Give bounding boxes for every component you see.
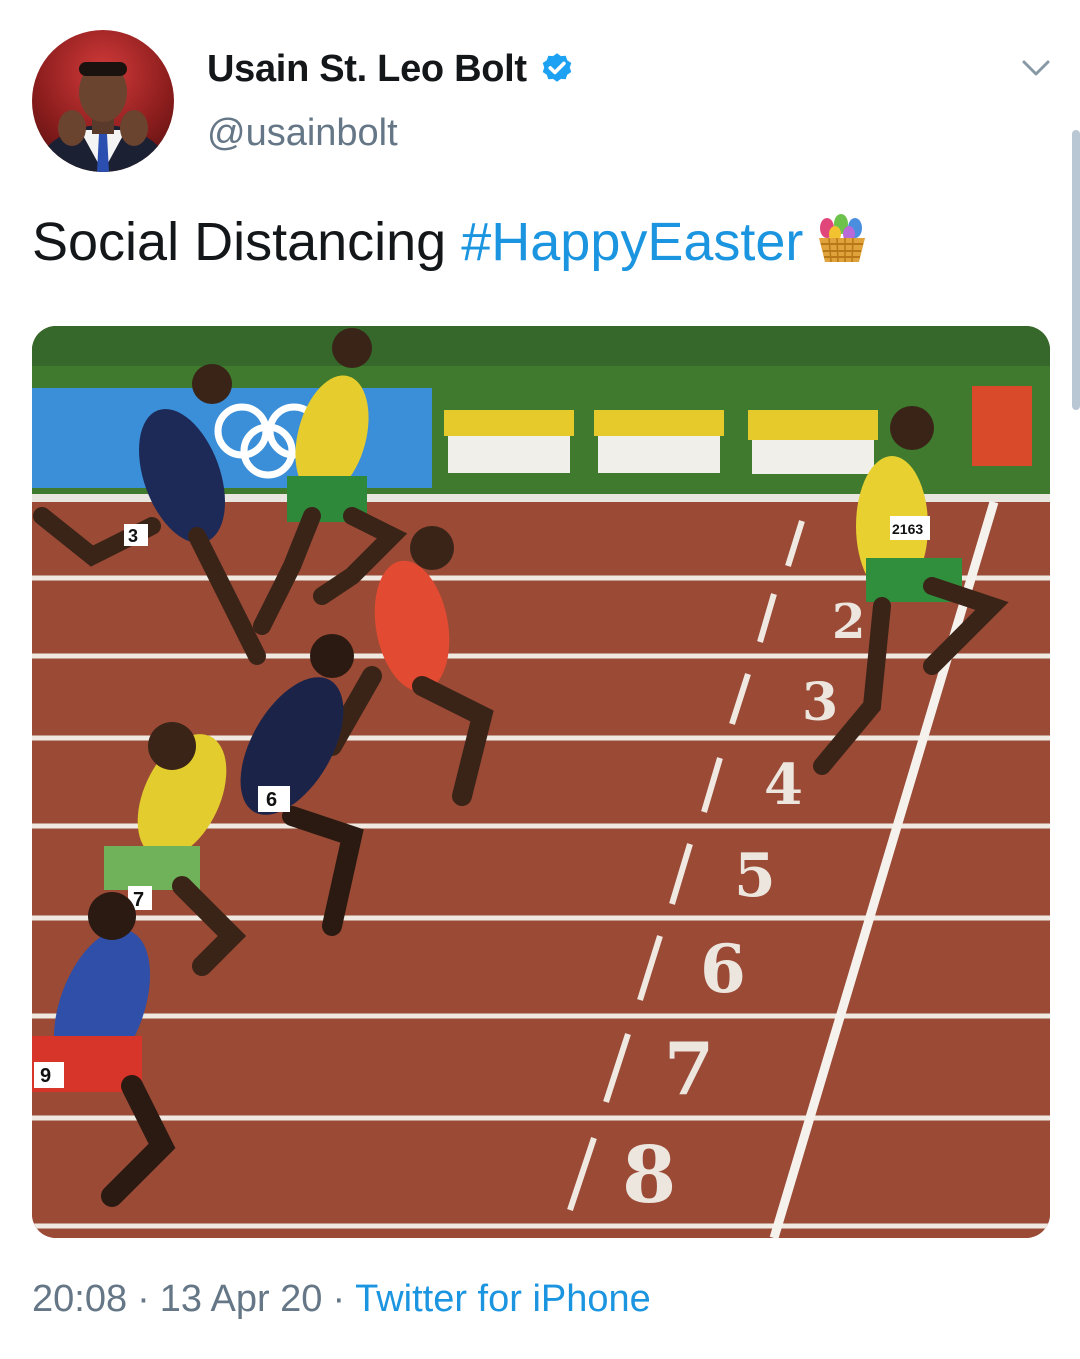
tweet-source-link[interactable]: Twitter for iPhone: [355, 1278, 651, 1320]
tweet-meta: 20:08 · 13 Apr 20 · Twitter for iPhone: [32, 1278, 651, 1321]
user-handle[interactable]: @usainbolt: [207, 112, 398, 155]
lane-number-2: 2: [832, 594, 865, 650]
lane-number-6: 6: [700, 930, 746, 1008]
bib-3: 3: [128, 526, 138, 546]
scrollbar[interactable]: [1072, 130, 1080, 410]
lane-number-5: 5: [734, 841, 776, 911]
meta-separator: ·: [332, 1278, 346, 1320]
tweet-photo[interactable]: 2 3 4 5 6 7 8 3 6 7 9 2163: [32, 326, 1050, 1238]
race-finish-photo: 2 3 4 5 6 7 8 3 6 7 9 2163: [32, 326, 1050, 1238]
lane-number-4: 4: [764, 752, 803, 818]
tweet-text: Social Distancing #HappyEaster: [32, 210, 871, 273]
bib-7: 7: [133, 889, 144, 911]
lane-number-7: 7: [664, 1026, 714, 1111]
chevron-down-icon[interactable]: [1018, 54, 1054, 82]
display-name[interactable]: Usain St. Leo Bolt: [207, 48, 527, 91]
meta-separator: ·: [137, 1278, 150, 1320]
avatar[interactable]: [32, 30, 174, 172]
tweet-card: Usain St. Leo Bolt @usainbolt Social Dis…: [0, 0, 1080, 1359]
tweet-text-plain: Social Distancing: [32, 212, 462, 272]
verified-badge-icon: [542, 53, 571, 82]
lane-number-3: 3: [802, 672, 838, 733]
lane-number-8: 8: [622, 1130, 676, 1221]
tweet-date[interactable]: 13 Apr 20: [160, 1278, 323, 1320]
bib-2163: 2163: [892, 521, 923, 537]
easter-basket-icon: [819, 214, 866, 263]
author-row[interactable]: Usain St. Leo Bolt: [207, 44, 575, 94]
tweet-time[interactable]: 20:08: [32, 1278, 127, 1320]
avatar-image: [33, 62, 173, 172]
bib-9: 9: [40, 1065, 51, 1087]
hashtag-link[interactable]: #HappyEaster: [461, 212, 803, 272]
bib-6: 6: [266, 789, 277, 811]
flower-planters: [444, 410, 878, 474]
